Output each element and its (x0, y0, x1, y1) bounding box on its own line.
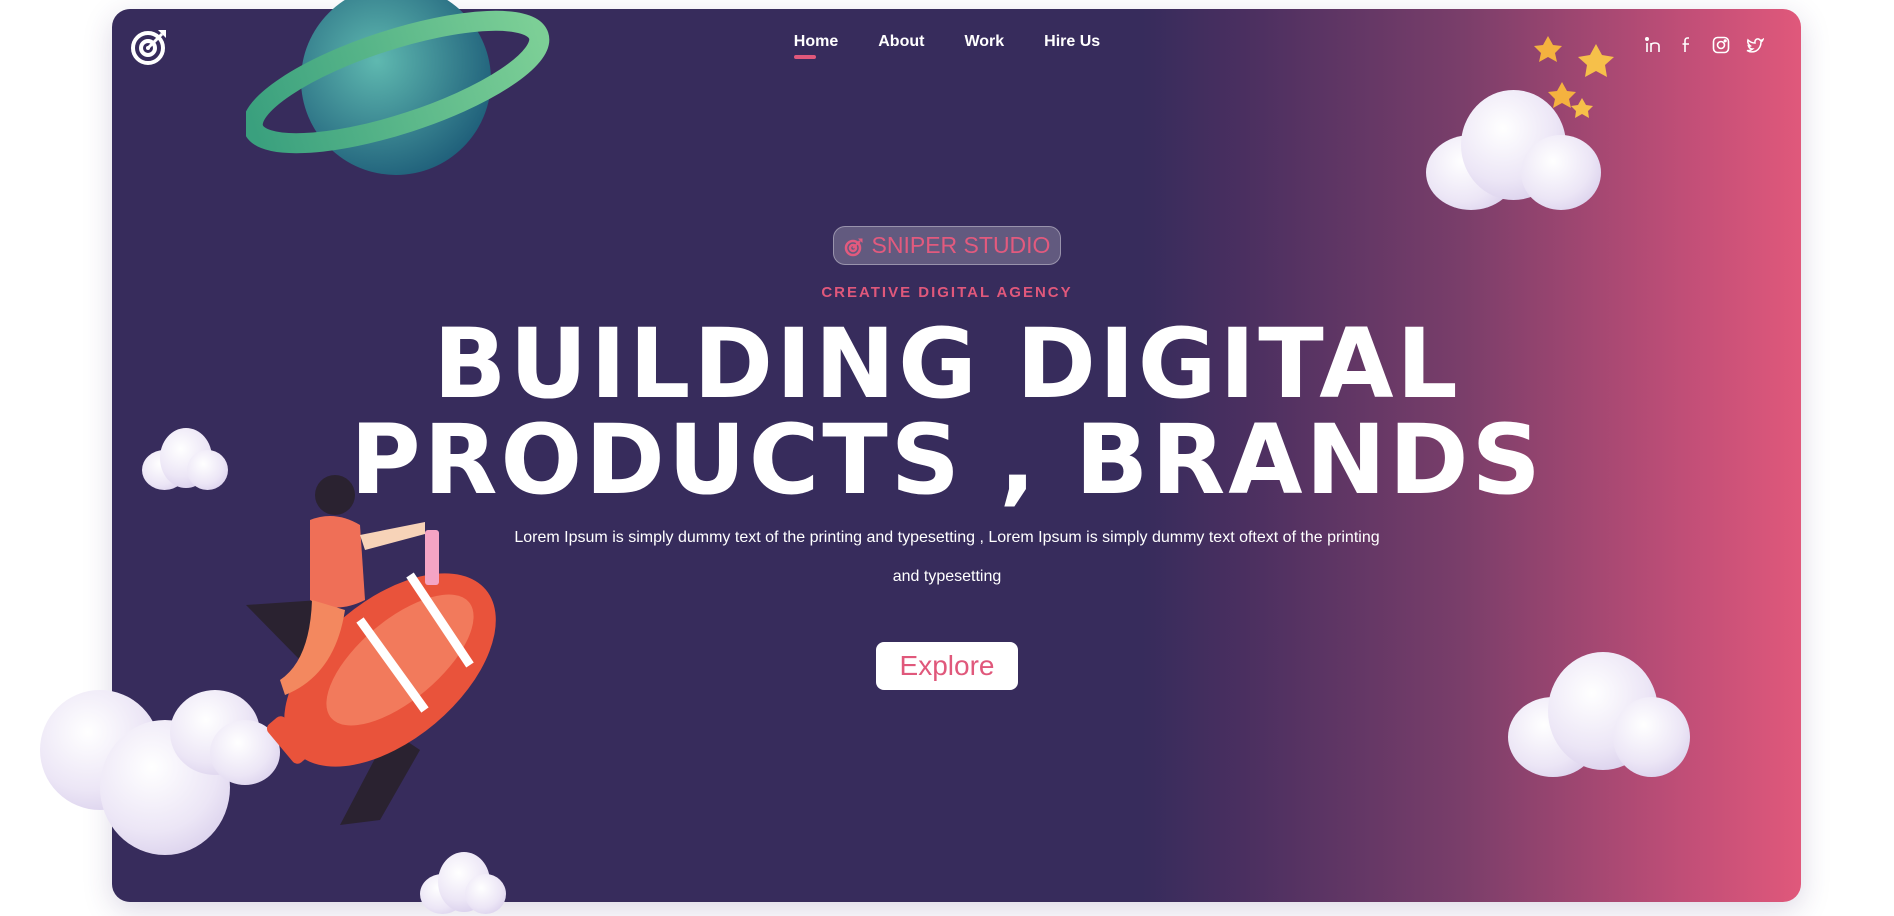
facebook-icon[interactable] (1678, 36, 1696, 54)
hero-badge-row: SNIPER STUDIO (0, 226, 1894, 265)
nav-item-home[interactable]: Home (793, 33, 838, 59)
cta-row: Explore (0, 642, 1894, 690)
headline-line-1: BUILDING DIGITAL (433, 308, 1461, 420)
cloud-illustration (1426, 90, 1601, 215)
instagram-icon[interactable] (1712, 36, 1730, 54)
studio-badge: SNIPER STUDIO (832, 226, 1062, 265)
tagline: CREATIVE DIGITAL AGENCY (821, 284, 1073, 301)
nav-item-work[interactable]: Work (964, 33, 1004, 59)
small-cloud-bottom (420, 852, 506, 916)
headline-line-2: PRODUCTS , BRANDS (350, 404, 1544, 516)
description-line-2: and typesetting (892, 568, 1002, 585)
description-line-1: Lorem Ipsum is simply dummy text of the … (514, 529, 1380, 546)
nav-item-hire-us[interactable]: Hire Us (1044, 33, 1100, 59)
target-arrow-icon (844, 236, 864, 256)
nav-item-about[interactable]: About (878, 33, 924, 59)
linkedin-icon[interactable] (1644, 36, 1662, 54)
planet-illustration (242, 0, 552, 178)
main-nav: Home About Work Hire Us (0, 33, 1894, 59)
explore-button[interactable]: Explore (875, 642, 1019, 690)
social-links (1644, 36, 1765, 54)
twitter-icon[interactable] (1746, 36, 1765, 54)
badge-text: SNIPER STUDIO (871, 232, 1051, 258)
